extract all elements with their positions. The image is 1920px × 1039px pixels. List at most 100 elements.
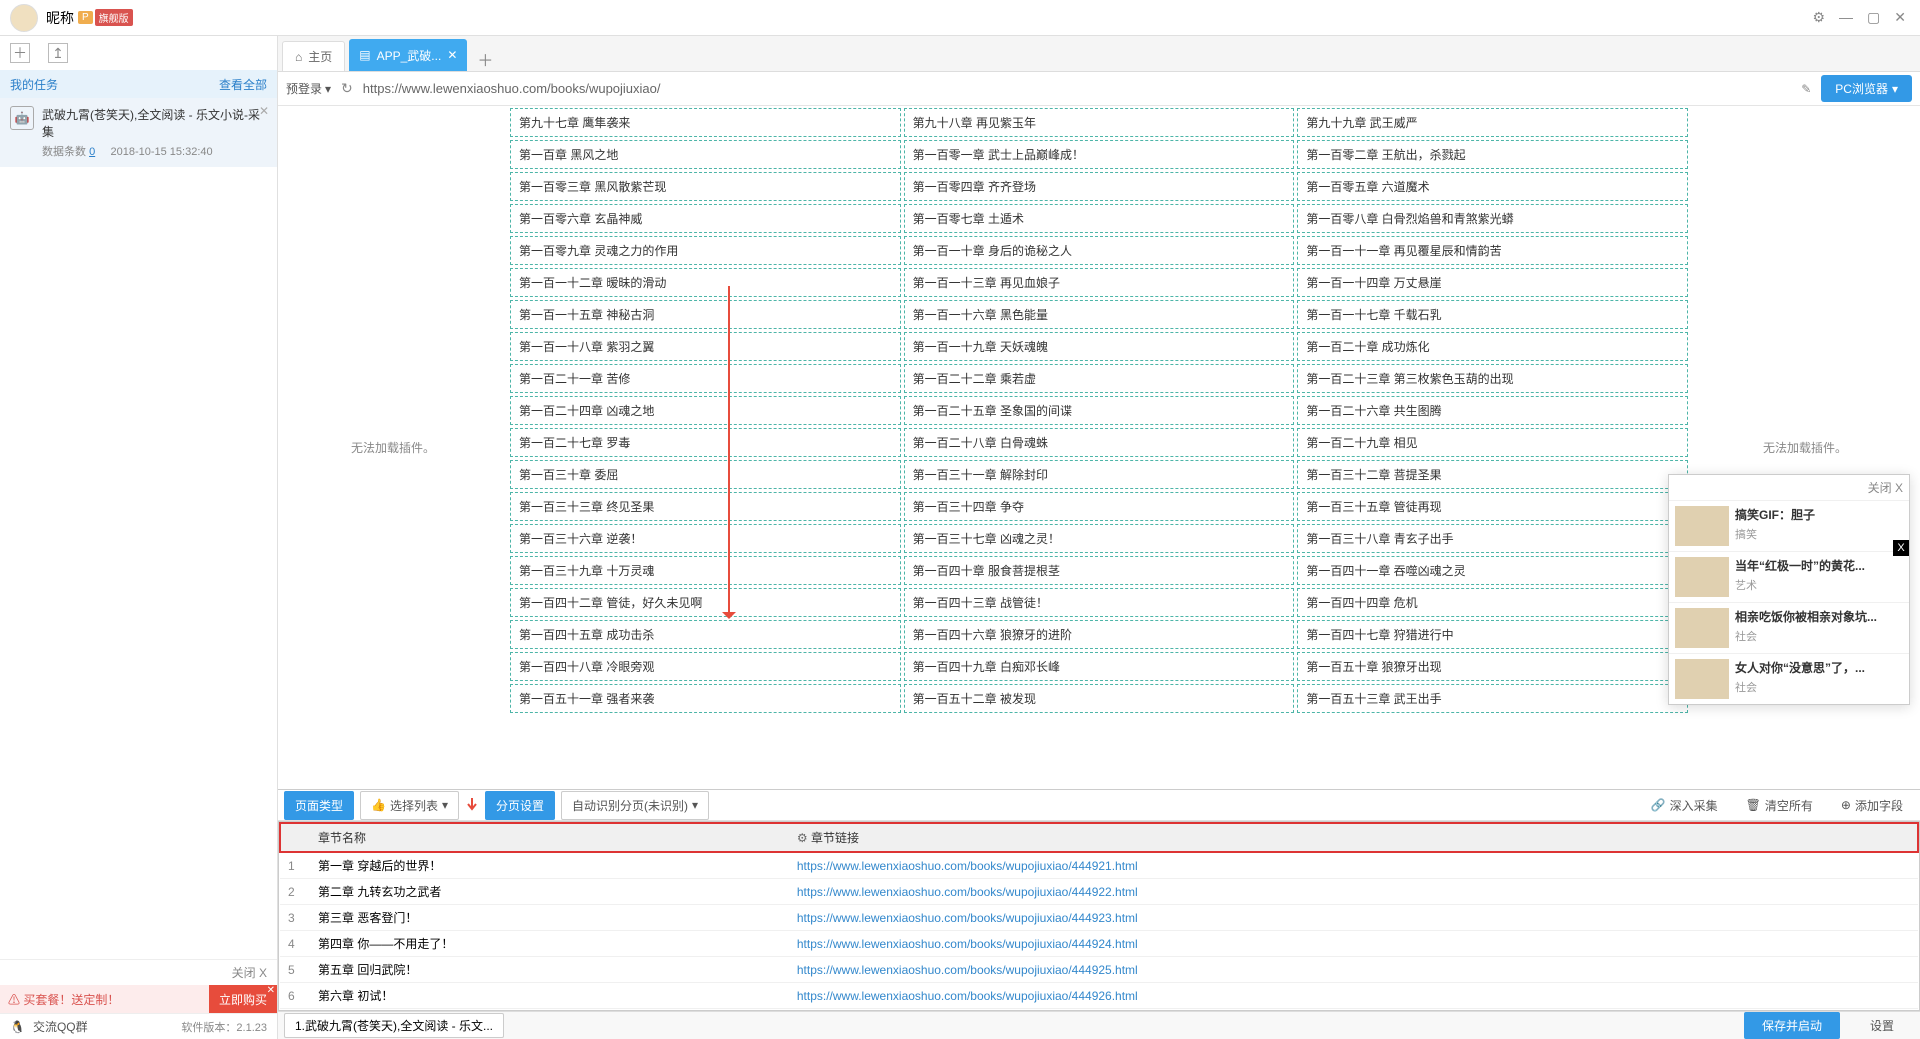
bottom-tab-1[interactable]: 1.武破九霄(苍笑天),全文阅读 - 乐文... <box>284 1013 504 1038</box>
chapter-link[interactable]: 第一百四十八章 冷眼旁观 <box>510 652 901 681</box>
chapter-link[interactable]: 第一百二十一章 苦修 <box>510 364 901 393</box>
col-chapter-link[interactable]: ⚙ 章节链接 <box>789 823 1918 852</box>
gear-icon[interactable]: ⚙ <box>797 831 808 845</box>
clear-all-button[interactable]: 🗑 清空所有 <box>1735 791 1824 820</box>
chapter-link[interactable]: 第一百一十二章 暧昧的滑动 <box>510 268 901 297</box>
close-icon[interactable]: ✕ <box>1894 9 1906 26</box>
chapter-link[interactable]: 第一百四十五章 成功击杀 <box>510 620 901 649</box>
paging-button[interactable]: 分页设置 <box>485 791 555 820</box>
prelogin-button[interactable]: 预登录 ▾ <box>286 80 331 97</box>
chapter-link[interactable]: 第一百零六章 玄晶神威 <box>510 204 901 233</box>
qq-group-link[interactable]: 交流QQ群 <box>33 1018 88 1035</box>
task-close-icon[interactable]: ✕ <box>259 104 269 118</box>
chapter-link[interactable]: 第一百五十二章 被发现 <box>904 684 1295 713</box>
col-chapter-name[interactable]: 章节名称 <box>310 823 789 852</box>
add-field-button[interactable]: ⊕ 添加字段 <box>1830 791 1914 820</box>
chapter-link[interactable]: 第一百一十九章 天妖魂魄 <box>904 332 1295 361</box>
news-item[interactable]: 女人对你“没意思”了，...社会 <box>1669 653 1909 704</box>
auto-detect-paging[interactable]: 自动识别分页(未识别) ▾ <box>561 791 709 820</box>
settings-button[interactable]: 设置 <box>1870 1017 1894 1034</box>
chapter-link[interactable]: 第一百一十八章 紫羽之翼 <box>510 332 901 361</box>
chapter-url-link[interactable]: https://www.lewenxiaoshuo.com/books/wupo… <box>797 989 1138 1003</box>
table-row[interactable]: 1第一章 穿越后的世界！https://www.lewenxiaoshuo.co… <box>280 852 1918 879</box>
new-task-icon[interactable]: ＋ <box>10 43 30 63</box>
news-item[interactable]: 相亲吃饭你被相亲对象坑...社会 <box>1669 602 1909 653</box>
data-table-wrap[interactable]: 章节名称 ⚙ 章节链接 1第一章 穿越后的世界！https://www.lewe… <box>278 821 1920 1011</box>
chapter-url-link[interactable]: https://www.lewenxiaoshuo.com/books/wupo… <box>797 859 1138 873</box>
chapter-link[interactable]: 第一百零二章 王航出，杀戮起 <box>1297 140 1688 169</box>
chapter-link[interactable]: 第一百二十二章 乘若虚 <box>904 364 1295 393</box>
chapter-link[interactable]: 第一百三十一章 解除封印 <box>904 460 1295 489</box>
table-row[interactable]: 2第二章 九转玄功之武者https://www.lewenxiaoshuo.co… <box>280 879 1918 905</box>
maximize-icon[interactable]: ▢ <box>1867 9 1880 26</box>
reload-icon[interactable]: ↻ <box>341 80 353 97</box>
chapter-link[interactable]: 第一百四十一章 吞噬凶魂之灵 <box>1297 556 1688 585</box>
chapter-link[interactable]: 第一百一十五章 神秘古洞 <box>510 300 901 329</box>
tab-close-icon[interactable]: ✕ <box>447 48 457 62</box>
url-input[interactable] <box>363 81 1791 96</box>
chapter-link[interactable]: 第一百四十二章 管徒，好久未见啊 <box>510 588 901 617</box>
chapter-link[interactable]: 第一百二十八章 白骨魂蛛 <box>904 428 1295 457</box>
chapter-link[interactable]: 第一百二十九章 相见 <box>1297 428 1688 457</box>
chapter-link[interactable]: 第一百四十四章 危机 <box>1297 588 1688 617</box>
table-row[interactable]: 3第三章 恶客登门！https://www.lewenxiaoshuo.com/… <box>280 905 1918 931</box>
chapter-link[interactable]: 第一百一十四章 万丈悬崖 <box>1297 268 1688 297</box>
avatar[interactable] <box>10 4 38 32</box>
chapter-link[interactable]: 第一百二十三章 第三枚紫色玉葫的出现 <box>1297 364 1688 393</box>
chapter-link[interactable]: 第一百四十七章 狩猎进行中 <box>1297 620 1688 649</box>
chapter-link[interactable]: 第一百零四章 齐齐登场 <box>904 172 1295 201</box>
chapter-link[interactable]: 第一百二十五章 圣象国的间谍 <box>904 396 1295 425</box>
chapter-url-link[interactable]: https://www.lewenxiaoshuo.com/books/wupo… <box>797 963 1138 977</box>
chapter-link[interactable]: 第一百二十七章 罗毒 <box>510 428 901 457</box>
chapter-link[interactable]: 第九十七章 鹰隼袭来 <box>510 108 901 137</box>
chapter-link[interactable]: 第一百三十五章 管徒再现 <box>1297 492 1688 521</box>
chapter-link[interactable]: 第一百零三章 黑风散紫芒现 <box>510 172 901 201</box>
tab-active[interactable]: ▤ APP_武破... ✕ <box>349 39 467 71</box>
chapter-link[interactable]: 第一百三十七章 凶魂之灵！ <box>904 524 1295 553</box>
chapter-link[interactable]: 第一百零一章 武士上品巅峰成！ <box>904 140 1295 169</box>
chapter-link[interactable]: 第一百三十四章 争夺 <box>904 492 1295 521</box>
chapter-link[interactable]: 第一百一十七章 千载石乳 <box>1297 300 1688 329</box>
table-row[interactable]: 6第六章 初试！https://www.lewenxiaoshuo.com/bo… <box>280 983 1918 1009</box>
chapter-link[interactable]: 第一百三十三章 终见圣果 <box>510 492 901 521</box>
chapter-link[interactable]: 第一百章 黑风之地 <box>510 140 901 169</box>
settings-icon[interactable]: ⚙ <box>1812 9 1825 26</box>
chapter-link[interactable]: 第一百五十一章 强者来袭 <box>510 684 901 713</box>
tab-home[interactable]: ⌂ 主页 <box>282 41 345 71</box>
chapter-link[interactable]: 第一百三十二章 菩提圣果 <box>1297 460 1688 489</box>
task-item[interactable]: 🤖 武破九霄(苍笑天),全文阅读 - 乐文小说-采集 数据条数 0 2018-1… <box>0 98 277 167</box>
view-all-link[interactable]: 查看全部 <box>219 76 267 93</box>
chapter-link[interactable]: 第一百二十四章 凶魂之地 <box>510 396 901 425</box>
chapter-link[interactable]: 第一百四十章 服食菩提根茎 <box>904 556 1295 585</box>
import-icon[interactable]: ↥ <box>48 43 68 63</box>
chapter-link[interactable]: 第一百一十一章 再见覆星辰和情韵苦 <box>1297 236 1688 265</box>
chapter-link[interactable]: 第一百零八章 白骨烈焰兽和青煞紫光蟒 <box>1297 204 1688 233</box>
chapter-link[interactable]: 第一百二十章 成功炼化 <box>1297 332 1688 361</box>
chapter-grid-container[interactable]: 第九十七章 鹰隼袭来第九十八章 再见紫玉年第九十九章 武王威严第一百章 黑风之地… <box>508 106 1690 789</box>
chapter-link[interactable]: 第一百三十六章 逆袭！ <box>510 524 901 553</box>
deep-collect-button[interactable]: 🔗 深入采集 <box>1640 791 1729 820</box>
minimize-icon[interactable]: — <box>1839 9 1853 26</box>
chapter-link[interactable]: 第一百三十八章 青玄子出手 <box>1297 524 1688 553</box>
edit-icon[interactable]: ✎ <box>1801 82 1811 96</box>
chapter-link[interactable]: 第一百零七章 土遁术 <box>904 204 1295 233</box>
chapter-link[interactable]: 第九十九章 武王威严 <box>1297 108 1688 137</box>
chapter-link[interactable]: 第九十八章 再见紫玉年 <box>904 108 1295 137</box>
chapter-link[interactable]: 第一百一十三章 再见血娘子 <box>904 268 1295 297</box>
chapter-link[interactable]: 第一百零五章 六道魔术 <box>1297 172 1688 201</box>
news-close[interactable]: 关闭 X <box>1868 479 1903 496</box>
chapter-link[interactable]: 第一百一十六章 黑色能量 <box>904 300 1295 329</box>
chapter-url-link[interactable]: https://www.lewenxiaoshuo.com/books/wupo… <box>797 885 1138 899</box>
chapter-link[interactable]: 第一百五十三章 武王出手 <box>1297 684 1688 713</box>
select-list-button[interactable]: 👍 选择列表 ▾ <box>360 791 459 820</box>
save-run-button[interactable]: 保存并启动 <box>1744 1012 1840 1039</box>
add-tab-button[interactable]: ＋ <box>467 47 503 71</box>
chapter-link[interactable]: 第一百五十章 狼獠牙出现 <box>1297 652 1688 681</box>
chapter-link[interactable]: 第一百零九章 灵魂之力的作用 <box>510 236 901 265</box>
chapter-link[interactable]: 第一百四十九章 白痴邓长峰 <box>904 652 1295 681</box>
pc-browser-button[interactable]: PC浏览器 ▾ <box>1821 75 1912 102</box>
chapter-url-link[interactable]: https://www.lewenxiaoshuo.com/books/wupo… <box>797 911 1138 925</box>
task-data-count[interactable]: 0 <box>89 146 95 158</box>
page-type-button[interactable]: 页面类型 <box>284 791 354 820</box>
chapter-link[interactable]: 第一百四十六章 狼獠牙的进阶 <box>904 620 1295 649</box>
